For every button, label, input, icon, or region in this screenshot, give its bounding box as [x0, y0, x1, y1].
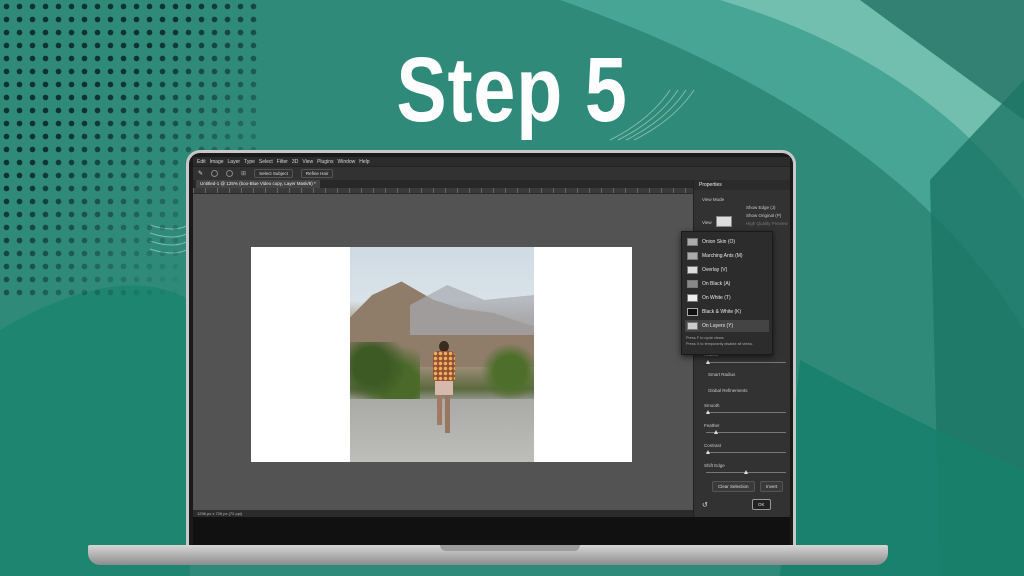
feather-label: Feather [704, 423, 720, 428]
thumbnail-icon [687, 252, 698, 260]
view-option-black-white[interactable]: Black & White (K) [685, 306, 769, 318]
step-heading: Step 5 [396, 39, 628, 141]
thumbnail-icon [687, 294, 698, 302]
menu-type[interactable]: Type [244, 159, 255, 165]
thumbnail-icon [687, 280, 698, 288]
menu-window[interactable]: Window [337, 159, 355, 165]
refine-hair-button[interactable]: Refine Hair [300, 169, 334, 178]
invert-button[interactable]: Invert [760, 481, 784, 492]
shift-edge-label: Shift Edge [704, 463, 725, 468]
menu-3d[interactable]: 3D [292, 159, 298, 165]
menu-view[interactable]: View [302, 159, 313, 165]
feather-slider[interactable] [706, 430, 786, 434]
photo-woman-walking [350, 247, 534, 462]
view-option-marching-ants[interactable]: Marching Ants (M) [685, 250, 769, 262]
menu-image[interactable]: Image [210, 159, 224, 165]
sample-all-icon[interactable]: ⊞ [241, 170, 246, 177]
document-canvas[interactable] [251, 247, 632, 462]
contrast-label: Contrast [704, 443, 722, 448]
smooth-label: Smooth [704, 403, 720, 408]
menu-layer[interactable]: Layer [228, 159, 241, 165]
ok-button[interactable]: OK [752, 499, 771, 510]
menu-bar: Edit Image Layer Type Select Filter 3D V… [193, 157, 790, 166]
contrast-slider[interactable] [706, 450, 786, 454]
brush-size-icon[interactable] [211, 170, 219, 177]
global-refinements-header[interactable]: Global Refinements [708, 388, 748, 393]
view-option-overlay[interactable]: Overlay (V) [685, 264, 769, 276]
menu-edit[interactable]: Edit [197, 159, 206, 165]
thumbnail-icon [687, 322, 698, 330]
high-quality-checkbox[interactable]: High Quality Preview [746, 221, 788, 226]
view-option-on-black[interactable]: On Black (A) [685, 278, 769, 290]
view-label: View [702, 220, 712, 225]
menu-filter[interactable]: Filter [277, 159, 288, 165]
properties-title: Properties [694, 180, 790, 190]
view-mode-label: View Mode [702, 197, 725, 202]
person-figure [430, 341, 460, 437]
view-thumbnail[interactable] [716, 216, 732, 227]
brush-hardness-icon[interactable] [226, 170, 234, 177]
select-subject-button[interactable]: Select Subject [254, 169, 293, 178]
thumbnail-icon [687, 238, 698, 246]
photoshop-window: Edit Image Layer Type Select Filter 3D V… [193, 157, 790, 517]
menu-help[interactable]: Help [359, 159, 369, 165]
show-original-checkbox[interactable]: Show Original (P) [746, 213, 781, 218]
document-tab[interactable]: Untitled-1 @ 125% (boo-Blue Video copy, … [196, 180, 320, 188]
show-edge-checkbox[interactable]: Show Edge (J) [746, 205, 776, 210]
smooth-slider[interactable] [706, 410, 786, 414]
document-tabbar: Untitled-1 @ 125% (boo-Blue Video copy, … [193, 180, 693, 188]
view-menu-note-2: Press X to temporarily disable all views… [686, 342, 753, 346]
menu-plugins[interactable]: Plugins [317, 159, 333, 165]
view-menu-note-1: Press F to cycle views. [686, 336, 725, 340]
smart-radius-checkbox[interactable]: Smart Radius [708, 372, 735, 377]
radius-slider[interactable] [706, 360, 786, 364]
status-bar: 1296 px x 726 px (72 ppi) [193, 510, 693, 517]
shift-edge-slider[interactable] [706, 470, 786, 474]
view-option-on-layers[interactable]: On Layers (Y) [685, 320, 769, 332]
brush-tool-icon[interactable]: ✎ [198, 170, 203, 177]
menu-select[interactable]: Select [259, 159, 273, 165]
view-option-on-white[interactable]: On White (T) [685, 292, 769, 304]
reset-icon[interactable]: ↺ [702, 501, 708, 509]
view-mode-dropdown: Onion Skin (O) Marching Ants (M) Overlay… [681, 231, 773, 355]
laptop-notch [440, 545, 580, 551]
laptop-chin [193, 517, 790, 545]
thumbnail-icon [687, 308, 698, 316]
canvas-area[interactable] [193, 194, 693, 510]
clear-selection-button[interactable]: Clear Selection [712, 481, 755, 492]
thumbnail-icon [687, 266, 698, 274]
view-option-onion-skin[interactable]: Onion Skin (O) [685, 236, 769, 248]
options-bar: ✎ ⊞ Select Subject Refine Hair [193, 166, 790, 180]
